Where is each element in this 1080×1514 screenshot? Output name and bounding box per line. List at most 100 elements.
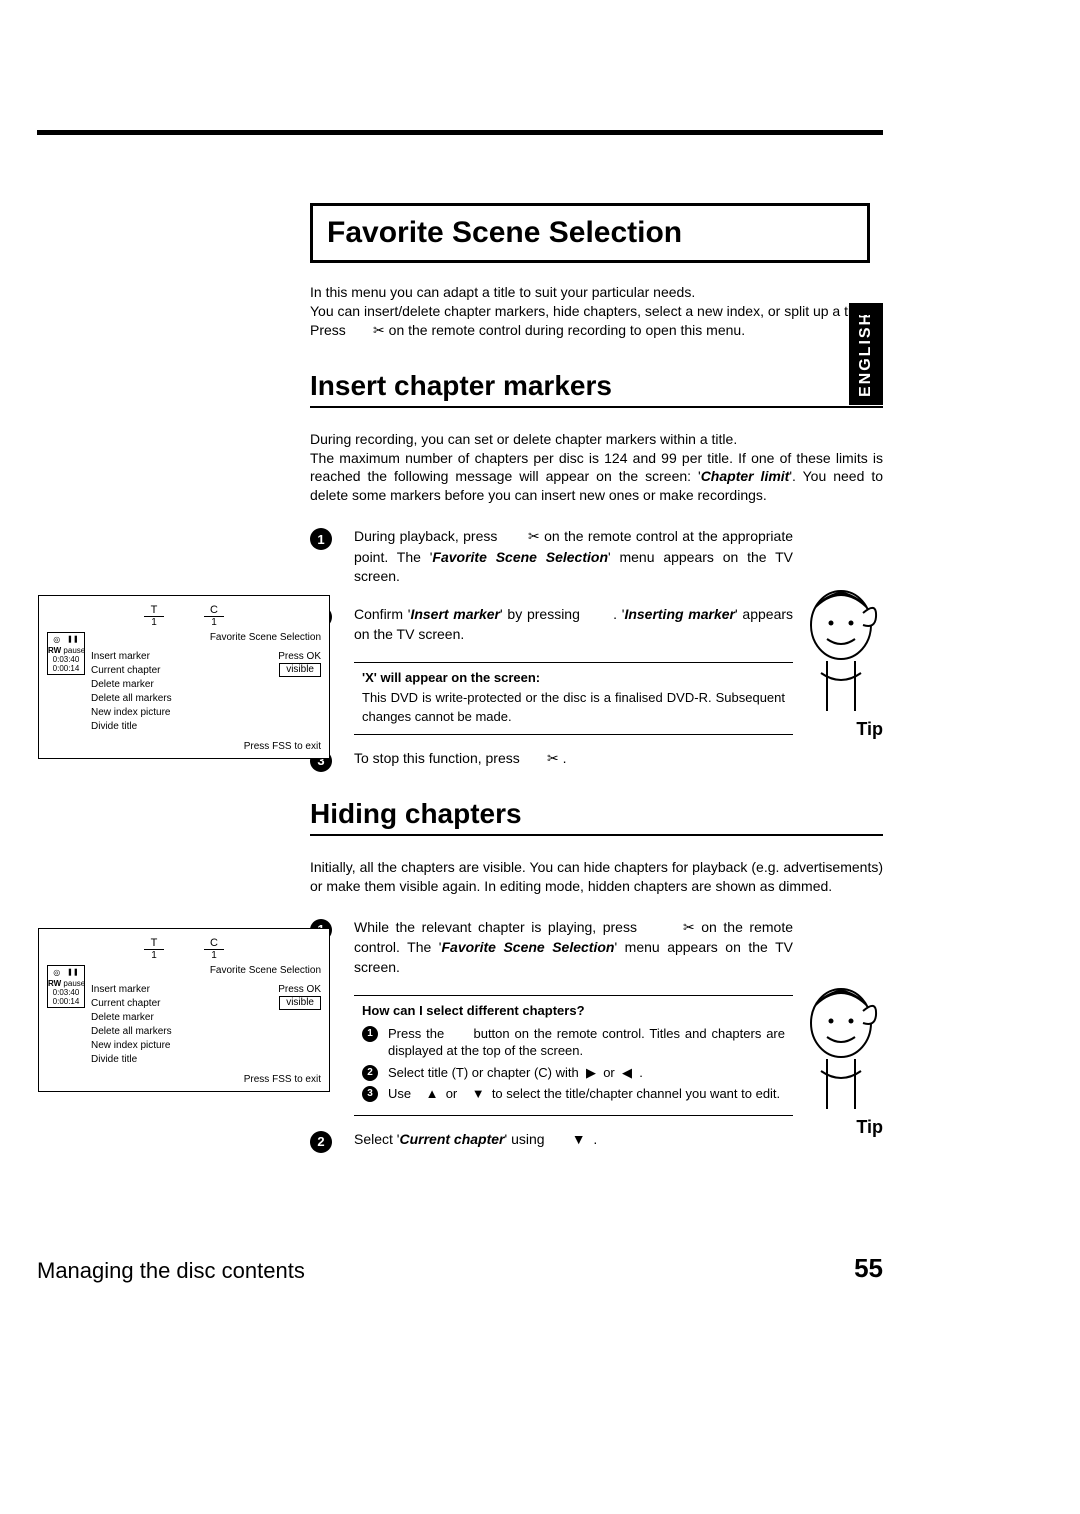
t: Select title (T) or chapter (C) with ▶ o… [388, 1064, 785, 1082]
t: Confirm ' [354, 606, 410, 622]
chapter-limit-em: Chapter limit [701, 468, 790, 484]
top-rule [37, 130, 883, 135]
up-icon: ▲ [426, 1086, 439, 1101]
t: Delete all markers [91, 1026, 172, 1037]
tv-menu-current-chapter: Current chapter visible [91, 663, 321, 677]
section-hide-title: Hiding chapters [310, 798, 883, 836]
tc-header: T C [47, 604, 321, 616]
tv-menu-title: Favorite Scene Selection [91, 632, 321, 643]
scissors-icon: ✂ [373, 324, 385, 339]
tip-box-body: This DVD is write-protected or the disc … [362, 689, 785, 725]
t: Divide title [91, 1054, 137, 1065]
t: Press OK [278, 984, 321, 995]
step-body: Confirm 'Insert marker' by pressing . 'I… [354, 605, 793, 644]
t: ' using [505, 1131, 545, 1147]
tip-label: Tip [803, 719, 883, 740]
c-value: 1 [204, 616, 224, 628]
tip-cartoon-icon [803, 577, 878, 717]
t: to select the title/chapter channel you … [492, 1086, 780, 1101]
tv-footer: Press FSS to exit [91, 741, 321, 752]
tv-menu: Favorite Scene Selection Insert marker Pr… [91, 965, 321, 1085]
tv-footer: Press FSS to exit [91, 1074, 321, 1085]
step-number-icon: 1 [362, 1026, 378, 1042]
insert-step-3: 3 To stop this function, press ✂ . [310, 749, 883, 772]
t: Current chapter [91, 665, 160, 676]
intro-line3a: Press [310, 322, 346, 338]
visible-badge: visible [279, 996, 321, 1010]
insert-step-1: 1 During playback, press ✂ on the remote… [310, 527, 883, 587]
x-tip-box: 'X' will appear on the screen: This DVD … [354, 662, 793, 735]
mini-step-1: 1 Press the button on the remote control… [362, 1025, 785, 1060]
hide-step-1: 1 While the relevant chapter is playing,… [310, 918, 883, 978]
tip-box-title: 'X' will appear on the screen: [362, 669, 785, 687]
mini-step-3: 3 Use ▲ or ▼ to select the title/chapter… [362, 1085, 785, 1103]
select-chapter-tip-box: How can I select different chapters? 1 P… [354, 995, 793, 1115]
step-number-icon: 2 [362, 1065, 378, 1081]
page-root: ENGLISH Favorite Scene Selection In this… [0, 0, 1080, 1514]
visible-badge: visible [279, 663, 321, 677]
intro-line2: You can insert/delete chapter markers, h… [310, 303, 870, 319]
tc-values: 1 1 [47, 616, 321, 628]
rw-label: RW [48, 646, 61, 655]
tip-label: Tip [803, 1117, 883, 1138]
scissors-icon: ✂ [683, 921, 695, 936]
insert-marker-em: Insert marker [410, 606, 500, 622]
tc-header: T C [47, 937, 321, 949]
rw-label: RW [48, 979, 61, 988]
fss-em: Favorite Scene Selection [441, 939, 614, 955]
t: ' by pressing [500, 606, 580, 622]
t: Select ' [354, 1131, 399, 1147]
t: New index picture [91, 1040, 170, 1051]
main-column: Favorite Scene Selection In this menu yo… [310, 203, 883, 1171]
tv-menu: Favorite Scene Selection Insert marker Pr… [91, 632, 321, 752]
insert-paragraph: During recording, you can set or delete … [310, 430, 883, 506]
pause-icon: ❚❚ [67, 636, 79, 644]
t-label: T [144, 937, 164, 949]
footer-section-title: Managing the disc contents [37, 1258, 305, 1284]
step-body: While the relevant chapter is playing, p… [354, 918, 793, 978]
t: Divide title [91, 721, 137, 732]
t-value: 1 [144, 616, 164, 628]
t: Press the [388, 1026, 444, 1041]
t: . ' [613, 606, 624, 622]
mini-steps: 1 Press the button on the remote control… [362, 1025, 785, 1103]
t: or [446, 1086, 458, 1101]
tv-panel-1: T C 1 1 ◎ ❚❚ RW pause 0:03:40 0:00:14 Fa… [38, 595, 330, 759]
tv-menu-new-index-picture: New index picture [91, 1038, 321, 1052]
step-number-icon: 2 [310, 1131, 332, 1153]
time-elapsed: 0:03:40 [48, 988, 84, 997]
t: Insert marker [91, 651, 150, 662]
tv-status-box: ◎ ❚❚ RW pause 0:03:40 0:00:14 [47, 632, 85, 675]
c-value: 1 [204, 949, 224, 961]
hide-paragraph: Initially, all the chapters are visible.… [310, 858, 883, 896]
t: Select title (T) or chapter (C) with [388, 1065, 579, 1080]
tv-menu-divide-title: Divide title [91, 1052, 321, 1066]
section-insert-title: Insert chapter markers [310, 370, 883, 408]
stop-icon: ◎ [53, 968, 60, 977]
t: Press OK [278, 651, 321, 662]
tv-menu-delete-marker: Delete marker [91, 1010, 321, 1024]
down-icon: ▼ [572, 1131, 586, 1147]
step-number-icon: 3 [362, 1086, 378, 1102]
mini-step-2: 2 Select title (T) or chapter (C) with ▶… [362, 1064, 785, 1082]
t-value: 1 [144, 949, 164, 961]
down-icon: ▼ [472, 1086, 485, 1101]
insert-step-2: 2 Confirm 'Insert marker' by pressing . … [310, 605, 883, 644]
tv-menu-insert-marker: Insert marker Press OK [91, 982, 321, 996]
page-footer: Managing the disc contents 55 [37, 1253, 883, 1284]
tv-menu-title: Favorite Scene Selection [91, 965, 321, 976]
hide-step-2: 2 Select 'Current chapter' using ▼ . [310, 1130, 883, 1153]
t: New index picture [91, 707, 170, 718]
current-chapter-em: Current chapter [399, 1131, 504, 1147]
c-label: C [204, 604, 224, 616]
tip-figure-2: Tip [803, 975, 883, 1138]
tip-figure-1: Tip [803, 577, 883, 740]
tc-values: 1 1 [47, 949, 321, 961]
t: button on the remote control. Titles and… [388, 1026, 785, 1059]
t: or [603, 1065, 615, 1080]
play-left-icon: ◀ [622, 1065, 632, 1080]
t: Insert marker [91, 984, 150, 995]
tv-menu-current-chapter: Current chapter visible [91, 996, 321, 1010]
tv-panel-2: T C 1 1 ◎ ❚❚ RW pause 0:03:40 0:00:14 Fa… [38, 928, 330, 1092]
t: Current chapter [91, 998, 160, 1009]
